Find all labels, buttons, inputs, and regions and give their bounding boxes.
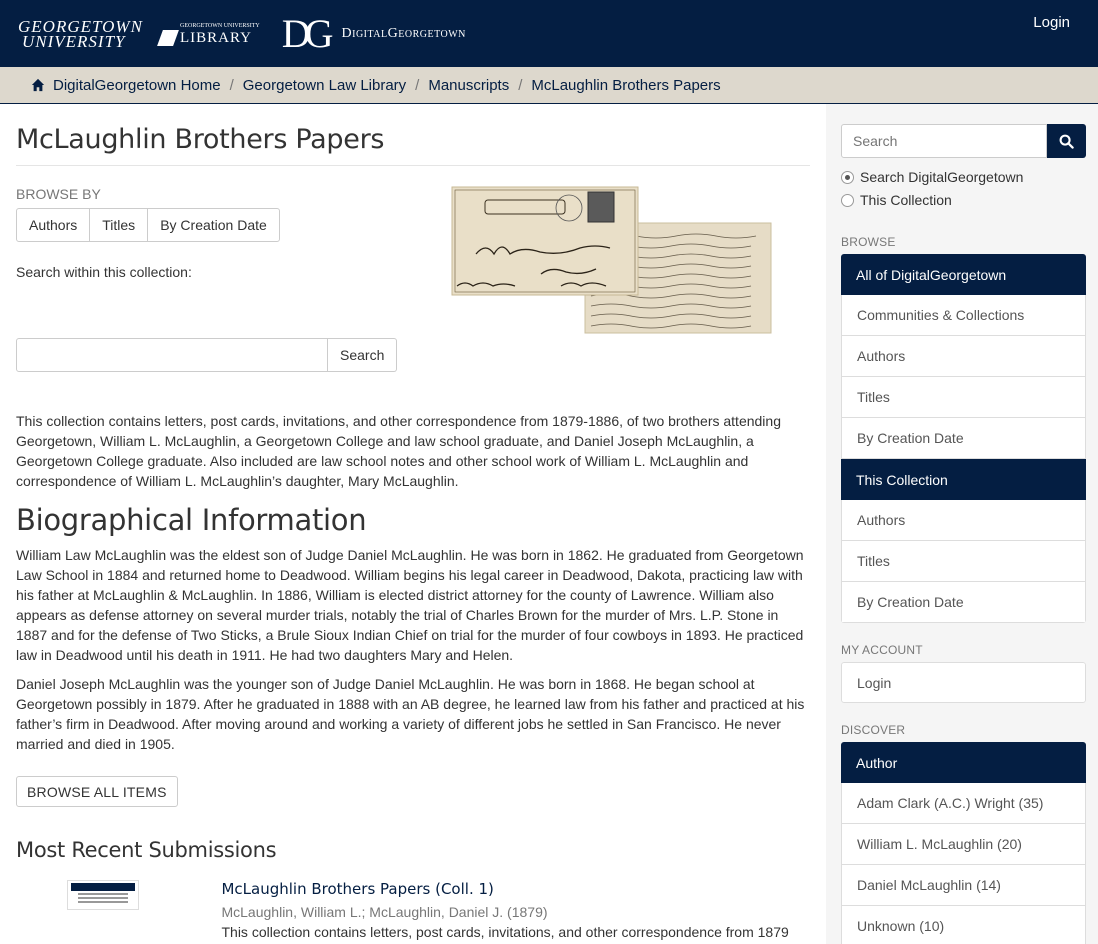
georgetown-university-logo[interactable]: GEORGETOWN UNIVERSITY	[18, 18, 142, 51]
author-facet-item[interactable]: Unknown (10)	[841, 906, 1086, 944]
author-facet-header: Author	[841, 742, 1086, 783]
browse-coll-date-link[interactable]: By Creation Date	[841, 582, 1086, 623]
my-account-heading: MY ACCOUNT	[841, 643, 923, 657]
biographical-heading: Biographical Information	[16, 503, 367, 537]
radio-selected[interactable]	[841, 170, 854, 184]
sidebar-search-button[interactable]	[1047, 124, 1086, 158]
breadcrumb-separator: /	[229, 76, 234, 94]
browse-coll-titles-link[interactable]: Titles	[841, 541, 1086, 582]
item-title-link[interactable]: McLaughlin Brothers Papers (Coll. 1)	[221, 880, 810, 898]
author-facet-item[interactable]: William L. McLaughlin (20)	[841, 824, 1086, 865]
home-icon	[31, 78, 45, 92]
item-abstract: This collection contains letters, post c…	[221, 924, 789, 940]
breadcrumb: DigitalGeorgetown Home / Georgetown Law …	[0, 67, 1098, 104]
collection-search-button[interactable]: Search	[328, 338, 398, 372]
browse-all-authors-link[interactable]: Authors	[841, 336, 1086, 377]
browse-by-buttons: Authors Titles By Creation Date	[16, 208, 280, 242]
browse-date-button[interactable]: By Creation Date	[147, 208, 280, 242]
discover-list: Author Adam Clark (A.C.) Wright (35) Wil…	[841, 742, 1086, 944]
breadcrumb-law-library[interactable]: Georgetown Law Library	[243, 77, 406, 94]
logo-line: UNIVERSITY	[22, 31, 126, 51]
radio-unselected[interactable]	[841, 193, 854, 207]
browse-communities-link[interactable]: Communities & Collections	[841, 295, 1086, 336]
login-link[interactable]: Login	[1033, 14, 1070, 31]
library-logo[interactable]: GEORGETOWN UNIVERSITY LIBRARY	[158, 21, 260, 46]
search-icon	[1059, 134, 1074, 149]
breadcrumb-manuscripts[interactable]: Manuscripts	[428, 77, 509, 94]
radio-search-all[interactable]: Search DigitalGeorgetown	[841, 169, 1086, 185]
breadcrumb-separator: /	[415, 76, 420, 94]
radio-search-collection[interactable]: This Collection	[841, 192, 1086, 208]
breadcrumb-current: McLaughlin Brothers Papers	[531, 76, 721, 94]
discover-heading: DISCOVER	[841, 723, 906, 737]
recent-submissions-heading: Most Recent Submissions	[16, 838, 277, 862]
dg-mark: DG	[281, 10, 334, 56]
browse-all-items-button[interactable]: BROWSE ALL ITEMS	[16, 776, 178, 807]
browse-all-titles-link[interactable]: Titles	[841, 377, 1086, 418]
book-icon	[158, 24, 178, 46]
dg-name: DigitalGeorgetown	[341, 25, 466, 41]
bio-paragraph: William Law McLaughlin was the eldest so…	[16, 547, 804, 663]
author-facet-item[interactable]: Adam Clark (A.C.) Wright (35)	[841, 783, 1086, 824]
digital-georgetown-logo[interactable]: DG DigitalGeorgetown	[281, 10, 466, 56]
browse-collection-header: This Collection	[841, 459, 1086, 500]
collection-description: This collection contains letters, post c…	[16, 413, 781, 489]
collection-search-input[interactable]	[16, 338, 328, 372]
recent-item: McLaughlin Brothers Papers (Coll. 1) McL…	[16, 880, 810, 940]
sidebar: Search DigitalGeorgetown This Collection…	[826, 104, 1098, 944]
main-content: McLaughlin Brothers Papers BROWSE BY Aut…	[0, 104, 826, 944]
browse-authors-button[interactable]: Authors	[16, 208, 91, 242]
browse-list: All of DigitalGeorgetown Communities & C…	[841, 254, 1086, 623]
bio-paragraph: Daniel Joseph McLaughlin was the younger…	[16, 676, 805, 752]
item-meta: McLaughlin, William L.; McLaughlin, Dani…	[221, 904, 548, 920]
collection-image	[451, 186, 772, 334]
browse-heading: BROWSE	[841, 235, 896, 249]
browse-all-header: All of DigitalGeorgetown	[841, 254, 1086, 295]
search-within-label: Search within this collection:	[16, 264, 192, 280]
library-logo-text: LIBRARY	[180, 30, 253, 46]
radio-label: Search DigitalGeorgetown	[860, 169, 1024, 185]
item-thumbnail[interactable]	[16, 880, 221, 930]
browse-by-label: BROWSE BY	[16, 186, 101, 202]
sidebar-login-link[interactable]: Login	[841, 662, 1086, 703]
site-header: GEORGETOWN UNIVERSITY GEORGETOWN UNIVERS…	[0, 0, 1098, 67]
page-title: McLaughlin Brothers Papers	[16, 124, 810, 166]
breadcrumb-home[interactable]: DigitalGeorgetown Home	[53, 77, 221, 94]
sidebar-search-input[interactable]	[841, 124, 1048, 158]
browse-titles-button[interactable]: Titles	[89, 208, 149, 242]
browse-coll-authors-link[interactable]: Authors	[841, 500, 1086, 541]
browse-all-date-link[interactable]: By Creation Date	[841, 418, 1086, 459]
radio-label: This Collection	[860, 192, 952, 208]
author-facet-item[interactable]: Daniel McLaughlin (14)	[841, 865, 1086, 906]
breadcrumb-separator: /	[518, 76, 523, 94]
